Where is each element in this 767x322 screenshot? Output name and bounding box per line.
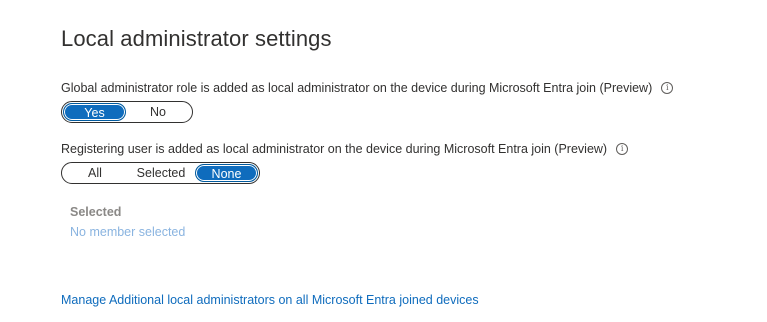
manage-additional-admins-link[interactable]: Manage Additional local administrators o… bbox=[61, 293, 479, 307]
info-icon[interactable]: i bbox=[616, 143, 629, 155]
selected-members-value: No member selected bbox=[70, 225, 186, 239]
registering-user-setting-label: Registering user is added as local admin… bbox=[61, 142, 629, 156]
registering-user-option-selected[interactable]: Selected bbox=[127, 164, 195, 182]
registering-user-label-text: Registering user is added as local admin… bbox=[61, 142, 608, 156]
page-title: Local administrator settings bbox=[61, 26, 332, 51]
local-admin-settings-page: Local administrator settings Global admi… bbox=[0, 0, 767, 322]
info-icon[interactable]: i bbox=[661, 82, 674, 94]
global-admin-option-yes[interactable]: Yes bbox=[63, 103, 126, 121]
registering-user-option-all[interactable]: All bbox=[63, 164, 127, 182]
selected-members-heading: Selected bbox=[70, 205, 122, 219]
registering-user-toggle: All Selected None bbox=[61, 162, 260, 184]
global-admin-option-no[interactable]: No bbox=[126, 103, 190, 121]
global-admin-label-text: Global administrator role is added as lo… bbox=[61, 81, 653, 95]
global-admin-toggle: Yes No bbox=[61, 101, 193, 123]
global-admin-setting-label: Global administrator role is added as lo… bbox=[61, 81, 674, 95]
registering-user-option-none[interactable]: None bbox=[195, 164, 258, 182]
